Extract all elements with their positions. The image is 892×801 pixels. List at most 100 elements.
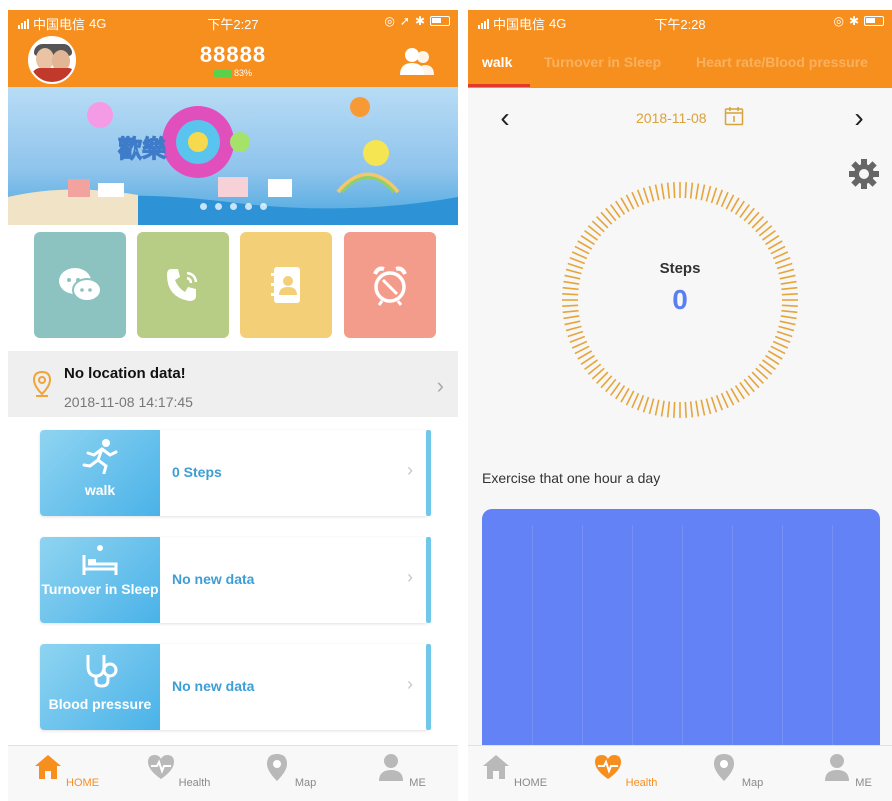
dial-tick [574,345,590,355]
dial-tick [710,396,718,413]
dial-tick [705,398,712,415]
dial-tick [654,399,660,416]
dial-tick [776,330,793,338]
blood-pressure-card-value: No new data [172,678,255,694]
heart-pulse-icon [147,755,174,779]
tab-walk[interactable]: walk [482,54,512,70]
location-timestamp: 2018-11-08 14:17:45 [64,394,193,410]
switch-user-icon[interactable] [400,46,434,76]
dial-tick [720,392,729,409]
chevron-right-icon: › [436,373,444,398]
dial-tick [574,245,590,255]
status-bar: 中国电信 4G 下午2:28 ◎ ✱ [468,10,892,32]
dial-tick [571,340,588,349]
sleep-card-value: No new data [172,571,255,587]
dial-tick [689,182,694,199]
dial-tick [648,398,655,415]
exercise-motto: Exercise that one hour a day [482,470,661,486]
tab-label: Health [178,777,211,789]
previous-day-button[interactable]: ‹ [490,102,520,134]
dial-tick [625,194,635,210]
tab-map[interactable]: Map [239,752,339,789]
tab-label: HOME [514,777,548,789]
map-pin-icon [266,754,287,781]
sleep-card[interactable]: Turnover in Sleep No new data › [40,537,431,623]
blood-pressure-card-label: Blood pressure [48,696,152,712]
pagination-dot[interactable] [259,203,267,210]
walk-card-header: walk [40,430,160,516]
call-button[interactable] [137,232,229,338]
tab-bar: HOME Health Map ME [8,745,458,801]
dial-tick [700,184,706,201]
dial-tick [720,191,729,208]
dial-tick [725,390,735,406]
dial-tick [770,245,786,255]
running-icon [82,439,118,475]
graph-gridline [582,525,583,769]
walk-card-label: walk [84,482,116,498]
pagination-dot[interactable] [229,203,237,210]
calendar-icon[interactable] [724,106,744,126]
alarm-clock-icon [373,266,407,306]
alarm-button[interactable] [344,232,436,338]
dial-tick [569,335,586,344]
pagination-dot[interactable] [199,203,207,210]
tab-turnover-in-sleep[interactable]: Turnover in Sleep [544,54,661,70]
location-row[interactable]: No location data! 2018-11-08 14:17:45 › [8,351,458,417]
quick-actions [34,232,436,340]
gear-icon[interactable] [848,158,880,190]
pagination-dot[interactable] [244,203,252,210]
battery-percent: 83% [233,68,252,78]
pagination-dot[interactable] [214,203,222,210]
chat-button[interactable] [34,232,126,338]
navigation-icon: ➚ [399,14,410,28]
graph-gridline [782,525,783,769]
tab-me[interactable]: ME [797,752,892,789]
steps-count: 0 [672,284,688,315]
next-day-button[interactable]: › [844,102,874,134]
tab-home[interactable]: HOME [468,752,564,789]
bed-icon [82,545,118,575]
dial-tick [780,315,797,320]
battery-icon [864,16,884,26]
dial-tick [778,325,795,332]
dial-tick [567,330,584,338]
walk-card[interactable]: walk 0 Steps › [40,430,431,516]
location-arrow-icon: ◎ [833,14,844,28]
map-pin-icon [713,754,734,781]
tab-me[interactable]: ME [351,752,451,789]
dial-tick [660,400,665,417]
tab-health[interactable]: Health [128,752,228,789]
contacts-button[interactable] [240,232,332,338]
phone-call-icon [167,269,198,301]
banner-pagination[interactable] [8,197,458,215]
svg-text:歡樂: 歡樂 [118,135,167,163]
tab-map[interactable]: Map [686,752,786,789]
date-navigator: ‹ 2018-11-08 › [468,88,892,148]
dial-tick [710,187,718,204]
graph-gridline [532,525,533,769]
dial-tick [654,184,660,201]
device-name: 88888 [199,42,267,67]
tab-label: HOME [66,777,100,789]
home-icon [482,755,509,779]
dial-tick [695,183,700,200]
promo-banner[interactable]: 歡樂 [8,87,458,225]
person-icon [825,754,850,781]
tab-heart-rate-blood-pressure[interactable]: Heart rate/Blood pressure [696,54,868,70]
dial-tick [673,182,676,199]
dial-tick [631,191,640,208]
selected-date: 2018-11-08 [636,110,707,126]
steps-label: Steps [659,260,701,277]
dial-tick [636,394,645,411]
tab-label: Map [741,777,764,789]
tab-home[interactable]: HOME [16,752,116,789]
card-accent-bar [426,537,431,623]
chevron-right-icon: › [407,460,413,480]
blood-pressure-card[interactable]: Blood pressure No new data › [40,644,431,730]
tab-health[interactable]: Health [575,752,675,789]
dial-tick [725,194,735,210]
sleep-card-header: Turnover in Sleep [40,537,160,623]
dial-tick [770,345,786,355]
dial-tick [684,182,687,199]
